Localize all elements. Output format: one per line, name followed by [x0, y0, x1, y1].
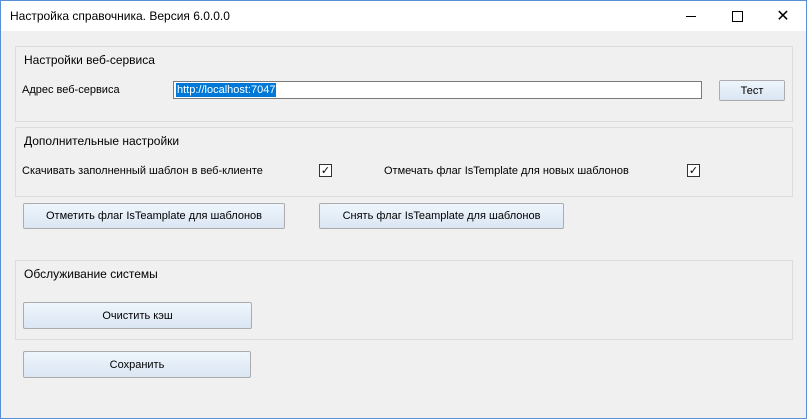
settings-window: Настройка справочника. Версия 6.0.0.0 ✕ … — [0, 0, 807, 419]
webservice-group-title: Настройки веб-сервиса — [24, 53, 155, 67]
address-value: http://localhost:7047 — [176, 83, 277, 97]
clear-cache-button[interactable]: Очистить кэш — [23, 302, 252, 329]
maintenance-group-title: Обслуживание системы — [24, 267, 158, 281]
test-button[interactable]: Тест — [719, 80, 785, 101]
mark-istemplate-label: Отмечать флаг IsTemplate для новых шабло… — [384, 165, 629, 177]
mark-istemplate-checkbox[interactable]: ✓ — [687, 164, 700, 177]
window-title: Настройка справочника. Версия 6.0.0.0 — [10, 9, 230, 23]
minimize-icon — [686, 15, 696, 17]
additional-group-title: Дополнительные настройки — [24, 134, 180, 148]
address-input[interactable]: http://localhost:7047 — [173, 81, 702, 99]
title-bar[interactable]: Настройка справочника. Версия 6.0.0.0 ✕ — [1, 1, 806, 31]
download-filled-label: Скачивать заполненный шаблон в веб-клиен… — [22, 165, 263, 177]
close-icon: ✕ — [776, 6, 790, 25]
checkmark-icon: ✓ — [688, 164, 699, 177]
maximize-button[interactable] — [714, 1, 760, 31]
remove-istemplate-flag-button[interactable]: Снять флаг IsTeamplate для шаблонов — [319, 203, 564, 229]
address-label: Адрес веб-сервиса — [22, 84, 120, 96]
additional-group: Дополнительные настройки Скачивать запол… — [15, 127, 793, 197]
close-button[interactable]: ✕ — [760, 1, 806, 31]
maintenance-group: Обслуживание системы Очистить кэш — [15, 260, 793, 340]
download-filled-checkbox[interactable]: ✓ — [319, 164, 332, 177]
minimize-button[interactable] — [668, 1, 714, 31]
save-button[interactable]: Сохранить — [23, 351, 251, 378]
maximize-icon — [731, 10, 743, 22]
webservice-group: Настройки веб-сервиса Адрес веб-сервиса … — [15, 46, 793, 122]
checkmark-icon: ✓ — [320, 164, 331, 177]
set-istemplate-flag-button[interactable]: Отметить флаг IsTeamplate для шаблонов — [23, 203, 285, 229]
